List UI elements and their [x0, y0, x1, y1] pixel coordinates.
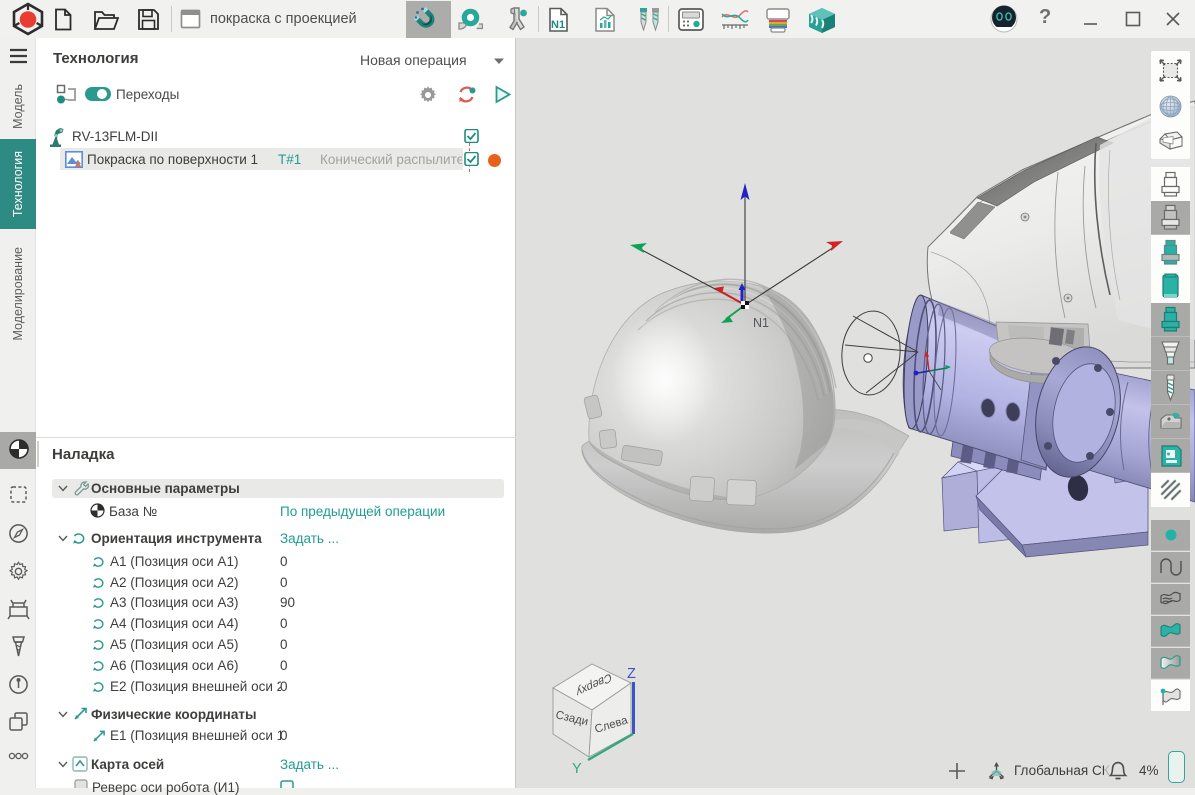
- svg-text:Z: Z: [627, 666, 636, 682]
- svg-text:Y: Y: [572, 761, 582, 777]
- svg-text:N1: N1: [753, 316, 769, 330]
- svg-text:N1: N1: [551, 19, 565, 31]
